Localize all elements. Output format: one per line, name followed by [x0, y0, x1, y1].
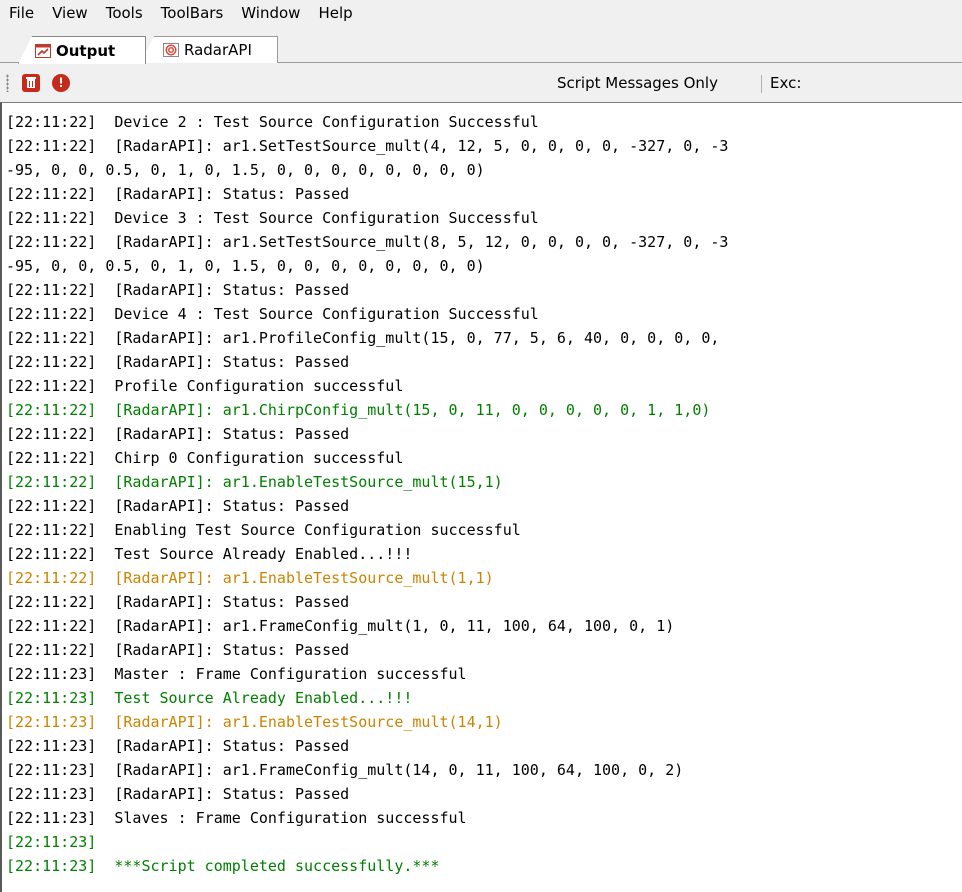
- log-line: [22:11:22] [RadarAPI]: Status: Passed: [6, 497, 350, 515]
- toolbar-grip[interactable]: [6, 74, 9, 92]
- log-line: [22:11:23] [RadarAPI]: Status: Passed: [6, 785, 350, 803]
- tab-radarapi[interactable]: RadarAPI: [140, 36, 278, 63]
- script-messages-only-toggle[interactable]: Script Messages Only: [557, 73, 718, 93]
- menu-toolbars[interactable]: ToolBars: [152, 0, 233, 26]
- log-line: [22:11:22] [RadarAPI]: Status: Passed: [6, 425, 350, 443]
- log-line: [22:11:22] Chirp 0 Configuration success…: [6, 449, 404, 467]
- exc-label: Exc:: [770, 74, 802, 92]
- tab-output-label: Output: [56, 41, 116, 60]
- error-filter-button[interactable]: [52, 74, 70, 92]
- log-line: -95, 0, 0, 0.5, 0, 1, 0, 1.5, 0, 0, 0, 0…: [6, 257, 485, 275]
- log-line: [22:11:23] [RadarAPI]: ar1.EnableTestSou…: [6, 713, 503, 731]
- output-window-icon: [35, 43, 51, 58]
- log-line: [22:11:22] [RadarAPI]: ar1.ChirpConfig_m…: [6, 401, 711, 419]
- log-line: [22:11:23] Test Source Already Enabled..…: [6, 689, 413, 707]
- log-line: [22:11:22] [RadarAPI]: ar1.SetTestSource…: [6, 137, 729, 155]
- log-line: [22:11:23] ***Script completed successfu…: [6, 857, 440, 875]
- menu-view[interactable]: View: [43, 0, 97, 26]
- log-line: [22:11:23] [RadarAPI]: Status: Passed: [6, 737, 350, 755]
- toolbar-separator: [761, 75, 762, 93]
- menu-bar: File View Tools ToolBars Window Help: [0, 0, 962, 26]
- log-line: [22:11:22] Test Source Already Enabled..…: [6, 545, 413, 563]
- log-line: [22:11:23] Slaves : Frame Configuration …: [6, 809, 467, 827]
- clear-output-icon: [24, 75, 38, 92]
- log-line: [22:11:22] Device 4 : Test Source Config…: [6, 305, 539, 323]
- log-line: [22:11:22] [RadarAPI]: Status: Passed: [6, 353, 350, 371]
- menu-file[interactable]: File: [0, 0, 43, 26]
- log-line: [22:11:22] Device 2 : Test Source Config…: [6, 113, 539, 131]
- output-console[interactable]: [22:11:22] Device 2 : Test Source Config…: [0, 102, 962, 892]
- log-line: [22:11:22] [RadarAPI]: Status: Passed: [6, 185, 350, 203]
- log-line: [22:11:22] [RadarAPI]: ar1.SetTestSource…: [6, 233, 729, 251]
- log-line: [22:11:22] [RadarAPI]: ar1.FrameConfig_m…: [6, 617, 675, 635]
- log-line: [22:11:23]: [6, 833, 97, 851]
- tab-radarapi-label: RadarAPI: [184, 41, 252, 59]
- menu-help[interactable]: Help: [309, 0, 361, 26]
- tab-output[interactable]: Output: [18, 36, 146, 64]
- tab-strip: RadarAPI Output: [0, 26, 962, 64]
- exc-field[interactable]: [806, 70, 962, 96]
- log-line: [22:11:22] Profile Configuration success…: [6, 377, 404, 395]
- log-line: -95, 0, 0, 0.5, 0, 1, 0, 1.5, 0, 0, 0, 0…: [6, 161, 485, 179]
- clear-output-button[interactable]: [22, 74, 40, 92]
- log-line: [22:11:22] [RadarAPI]: ar1.EnableTestSou…: [6, 569, 494, 587]
- log-line: [22:11:22] [RadarAPI]: ar1.ProfileConfig…: [6, 329, 720, 347]
- output-toolbar: Script Messages Only Exc:: [0, 64, 962, 102]
- log-line: [22:11:22] [RadarAPI]: Status: Passed: [6, 593, 350, 611]
- log-line: [22:11:22] Enabling Test Source Configur…: [6, 521, 521, 539]
- log-line: [22:11:22] [RadarAPI]: Status: Passed: [6, 281, 350, 299]
- log-line: [22:11:22] [RadarAPI]: ar1.EnableTestSou…: [6, 473, 503, 491]
- log-line: [22:11:22] Device 3 : Test Source Config…: [6, 209, 539, 227]
- error-icon: [55, 76, 67, 91]
- log-line: [22:11:22] [RadarAPI]: Status: Passed: [6, 641, 350, 659]
- radar-icon: [163, 43, 179, 57]
- menu-window[interactable]: Window: [232, 0, 309, 26]
- log-line: [22:11:23] [RadarAPI]: ar1.FrameConfig_m…: [6, 761, 684, 779]
- log-line: [22:11:23] Master : Frame Configuration …: [6, 665, 467, 683]
- menu-tools[interactable]: Tools: [97, 0, 152, 26]
